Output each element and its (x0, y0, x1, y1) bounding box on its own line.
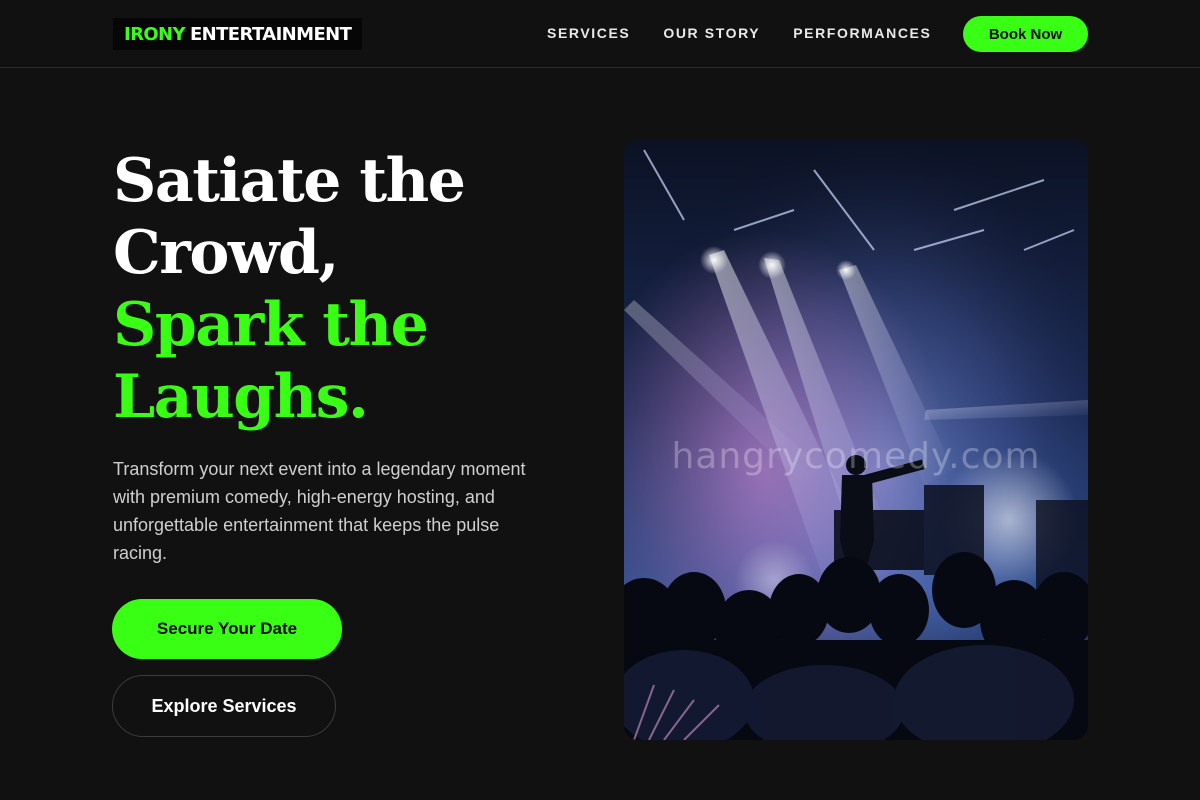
nav-link-services[interactable]: SERVICES (547, 24, 630, 42)
headline-line-4: Laughs. (113, 362, 369, 432)
book-now-button[interactable]: Book Now (963, 16, 1088, 52)
brand-logo-text: ENTERTAINMENT (189, 23, 352, 45)
top-navbar: IRONY ENTERTAINMENT SERVICES OUR STORY P… (0, 0, 1200, 68)
explore-services-button[interactable]: Explore Services (112, 675, 336, 737)
nav-link-our-story[interactable]: OUR STORY (663, 24, 760, 42)
headline-line-2: Crowd, (113, 218, 339, 288)
hero-headline: Satiate the Crowd, Spark the Laughs. (113, 145, 466, 433)
brand-logo-accent: IRONY (124, 23, 186, 45)
brand-logo[interactable]: IRONY ENTERTAINMENT (113, 18, 363, 50)
headline-line-3: Spark the (113, 290, 429, 360)
hero-concert-image: hangrycomedy.com (624, 140, 1088, 740)
headline-line-1: Satiate the (113, 146, 466, 216)
image-watermark: hangrycomedy.com (671, 436, 1041, 477)
secure-your-date-button[interactable]: Secure Your Date (112, 599, 342, 659)
hero-subtitle: Transform your next event into a legenda… (113, 459, 526, 563)
nav-link-performances[interactable]: PERFORMANCES (793, 24, 931, 42)
nav-links: SERVICES OUR STORY PERFORMANCES (547, 24, 931, 42)
